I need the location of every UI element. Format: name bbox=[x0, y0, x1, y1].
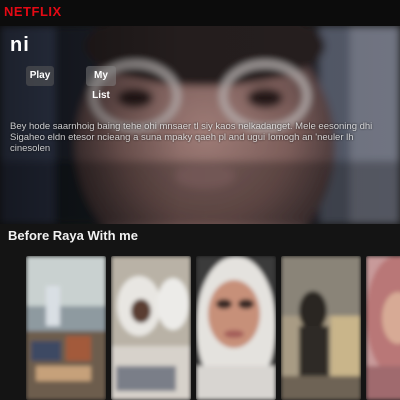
video-thumbnail[interactable] bbox=[111, 256, 191, 400]
video-row bbox=[0, 256, 400, 400]
hero-description: Bey hode saarnhoig baing tehe ohi mnsaer… bbox=[10, 121, 373, 154]
my-list-button[interactable]: My List bbox=[86, 66, 116, 101]
video-thumbnail[interactable] bbox=[281, 256, 361, 400]
top-bar: NETFLIX bbox=[0, 0, 400, 26]
video-thumbnail[interactable] bbox=[366, 256, 400, 400]
video-thumbnail[interactable] bbox=[26, 256, 106, 400]
students-thumbnail-image bbox=[111, 256, 191, 400]
mirror-selfie-thumbnail-image bbox=[281, 256, 361, 400]
play-button[interactable]: Play bbox=[26, 66, 54, 86]
classroom-thumbnail-image bbox=[26, 256, 106, 400]
video-thumbnail[interactable] bbox=[196, 256, 276, 400]
selfie-thumbnail-image bbox=[196, 256, 276, 400]
pink-hijab-thumbnail-image bbox=[366, 256, 400, 400]
row-title: Before Raya With me bbox=[8, 228, 138, 243]
hero-banner[interactable]: ni Play My List Bey hode saarnhoig baing… bbox=[0, 26, 400, 224]
hero-title: ni bbox=[10, 34, 30, 56]
netflix-logo[interactable]: NETFLIX bbox=[4, 4, 62, 19]
